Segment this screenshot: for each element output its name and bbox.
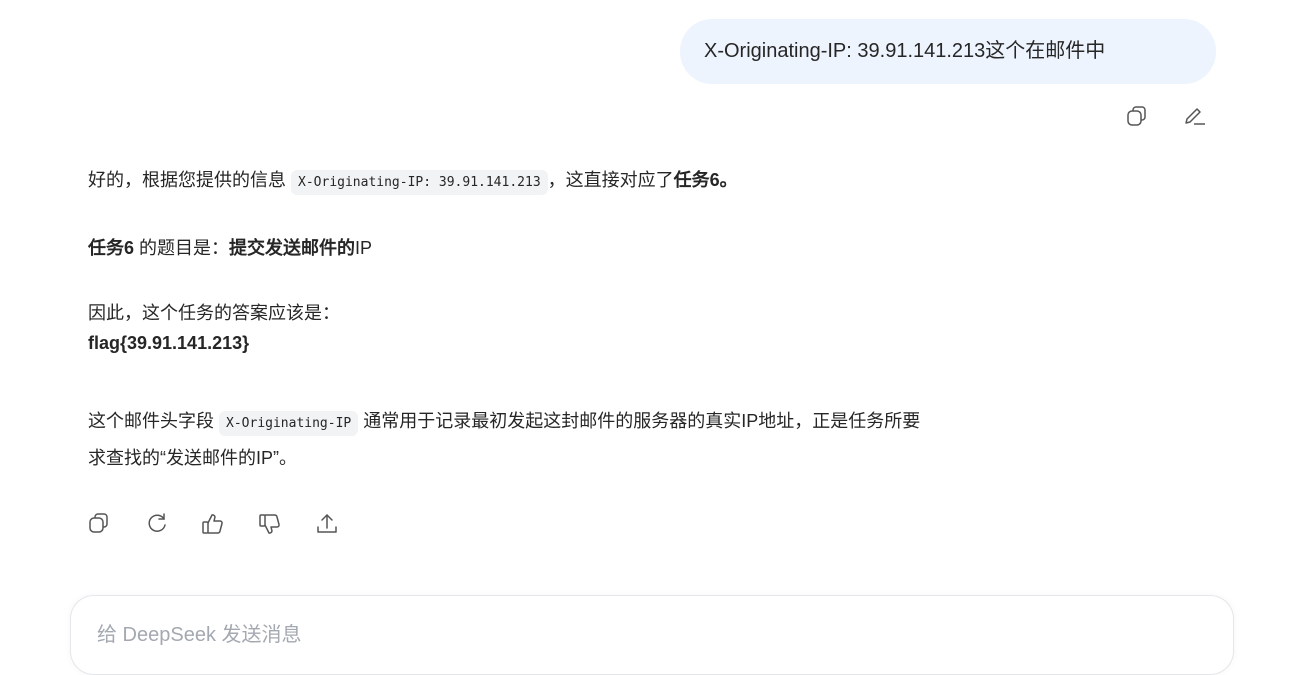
reply-text: IP [355,238,373,258]
reply-text: 这个邮件头字段 [88,411,214,431]
copy-icon[interactable] [1126,105,1148,127]
user-message-text: X-Originating-IP: 39.91.141.213这个在邮件中 [704,40,1106,62]
reply-paragraph-2: 任务6 的题目是：提交发送邮件的IP [88,233,372,263]
reply-bold-text: 任务6 [88,238,135,258]
flag-answer: flag{39.91.141.213} [88,333,250,353]
message-input[interactable] [97,620,997,650]
reply-text: 因此，这个任务的答案应该是： [88,303,340,323]
user-message-bubble: X-Originating-IP: 39.91.141.213这个在邮件中 [680,19,1216,84]
reply-text: 的题目是： [139,238,230,258]
edit-icon[interactable] [1183,105,1207,127]
inline-code: X-Originating-IP: 39.91.141.213 [291,170,548,195]
message-composer [70,595,1234,675]
reply-paragraph-4: 这个邮件头字段 X-Originating-IP 通常用于记录最初发起这封邮件的… [88,406,920,473]
regenerate-icon[interactable] [145,512,169,534]
reply-paragraph-1: 好的，根据您提供的信息 X-Originating-IP: 39.91.141.… [88,165,738,198]
reply-text: ，这直接对应了 [547,170,674,190]
thumbs-down-icon[interactable] [258,512,282,536]
reply-text: 通常用于记录最初发起这封邮件的服务器的真实IP地址，正是任务所要 [363,411,921,431]
reply-text: 求查找的“发送邮件的IP”。 [88,448,297,468]
thumbs-up-icon[interactable] [201,512,225,536]
reply-bold-text: 提交发送邮件的 [229,238,356,258]
copy-icon[interactable] [88,512,110,534]
reply-bold-text: 任务6。 [673,170,738,190]
share-icon[interactable] [315,512,339,536]
inline-code: X-Originating-IP [219,411,359,436]
reply-paragraph-3: 因此，这个任务的答案应该是： flag{39.91.141.213} [88,298,340,358]
reply-text: 好的，根据您提供的信息 [88,170,286,190]
